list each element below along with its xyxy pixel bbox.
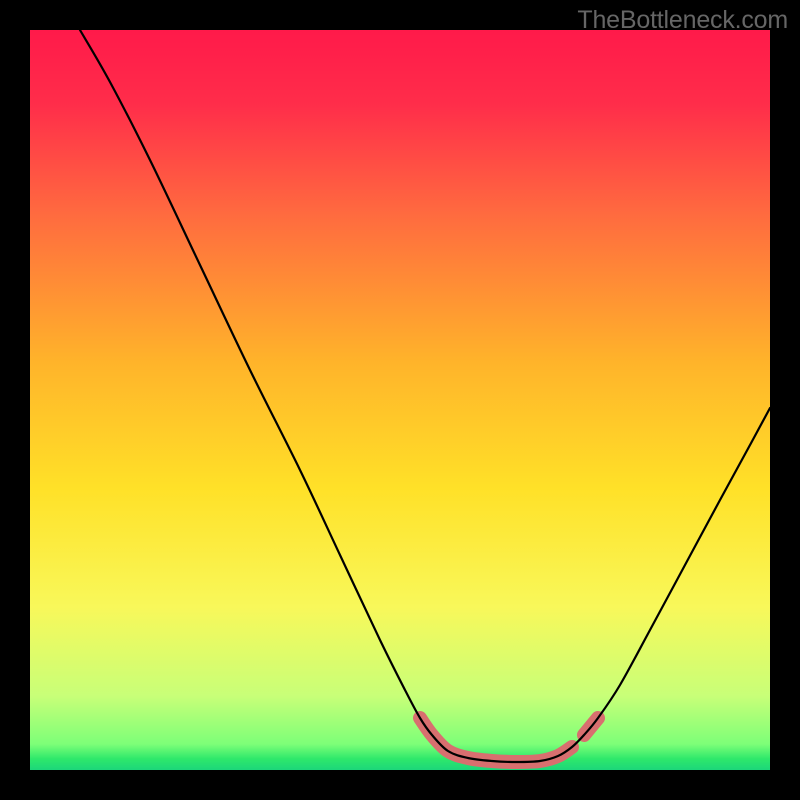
chart-svg	[0, 0, 800, 800]
chart-canvas: TheBottleneck.com	[0, 0, 800, 800]
watermark-label: TheBottleneck.com	[577, 6, 788, 35]
